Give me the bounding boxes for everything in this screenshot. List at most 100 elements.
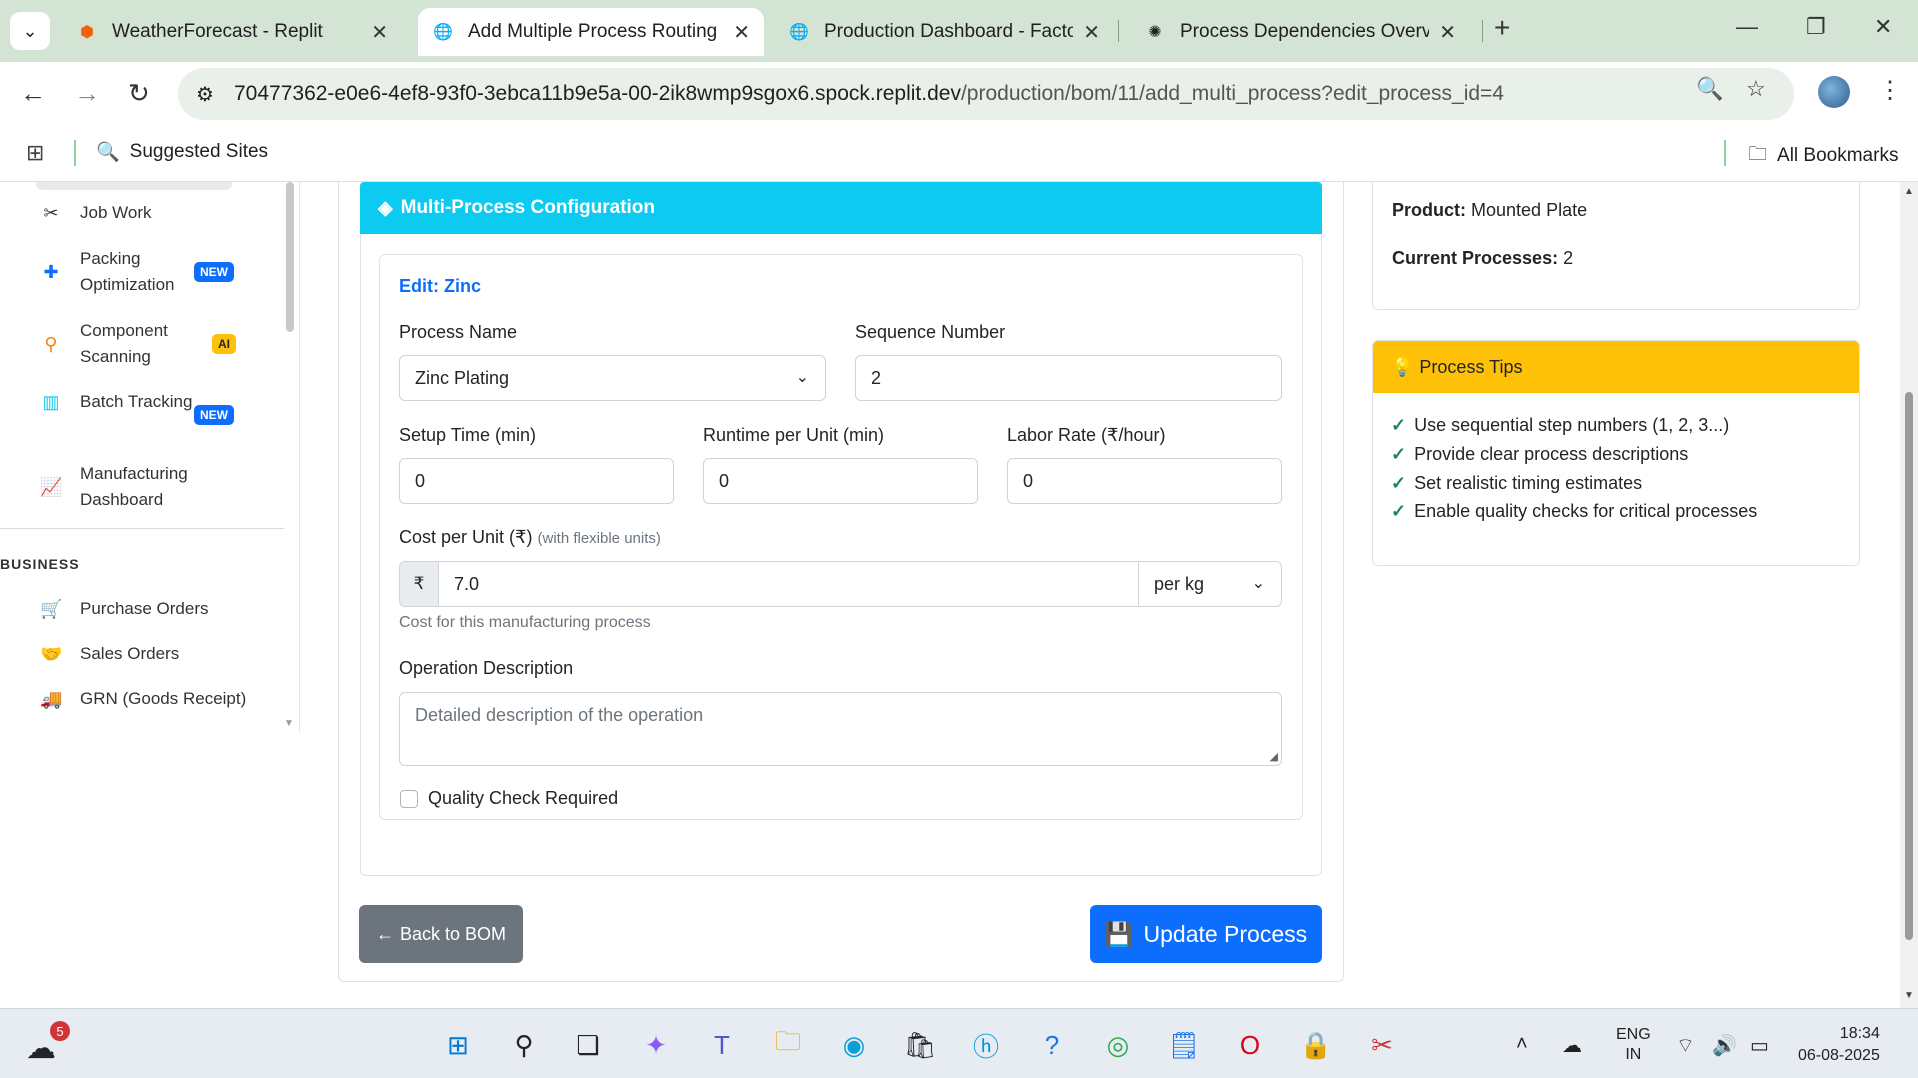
page-scrollbar[interactable]: ▲ ▼ [1900, 182, 1918, 1008]
language-code: ENG [1616, 1026, 1651, 1043]
browser-tab-production-dashboard[interactable]: 🌐 Production Dashboard - Factory ✕ [774, 8, 1114, 56]
barcode-icon: ▥ [42, 391, 60, 412]
notepad-icon[interactable]: 🗒 [1166, 1027, 1202, 1063]
restore-icon[interactable]: ❐ [1806, 14, 1826, 40]
store-icon[interactable]: 🛍 [902, 1027, 938, 1063]
bookmark-divider [1724, 140, 1726, 166]
url-host: 70477362-e0e6-4ef8-93f0-3ebca11b9e5a-00-… [234, 82, 961, 105]
onedrive-icon[interactable]: ☁ [1562, 1033, 1582, 1058]
help-icon[interactable]: ? [1034, 1027, 1070, 1063]
bookmark-suggested-sites[interactable]: 🔍 Suggested Sites [96, 140, 268, 164]
sidebar-item-batch-tracking[interactable]: ▥ Batch Tracking [40, 389, 200, 415]
url-input[interactable]: ⚙ 70477362-e0e6-4ef8-93f0-3ebca11b9e5a-0… [178, 68, 1794, 120]
edge-icon[interactable]: ◉ [836, 1027, 872, 1063]
windows-start-icon[interactable]: ⊞ [440, 1027, 476, 1063]
resize-grip-icon[interactable]: ◢ [1270, 750, 1278, 763]
sidebar: ✂ Job Work ✚ Packing Optimization NEW ⚲ … [0, 182, 300, 732]
volume-icon[interactable]: 🔊 [1712, 1033, 1737, 1058]
quality-check-label[interactable]: Quality Check Required [428, 788, 618, 809]
browser-tab-weather[interactable]: ⬢ WeatherForecast - Replit ✕ [62, 8, 402, 56]
cost-unit-select[interactable]: per kg ⌄ [1138, 561, 1282, 607]
cost-per-unit-input[interactable]: 7.0 [438, 561, 1139, 607]
copilot-icon[interactable]: ✦ [638, 1027, 674, 1063]
operation-description-textarea[interactable]: Detailed description of the operation ◢ [399, 692, 1282, 766]
labor-rate-label: Labor Rate (₹/hour) [1007, 425, 1166, 445]
apps-grid-icon[interactable]: ⊞ [26, 140, 44, 166]
check-icon: ✓ [1391, 501, 1407, 521]
browser-tab-process-routing[interactable]: 🌐 Add Multiple Process Routing - ✕ [418, 8, 764, 56]
tab-search-button[interactable]: ⌄ [10, 12, 50, 50]
star-icon[interactable]: ☆ [1746, 76, 1766, 102]
sidebar-item-manufacturing-dashboard[interactable]: 📈 Manufacturing Dashboard [40, 461, 210, 513]
chevron-up-icon[interactable]: ˄ [1516, 1033, 1528, 1056]
check-icon: ✓ [1391, 415, 1407, 435]
cost-label-hint: (with flexible units) [537, 530, 661, 547]
close-tab-icon[interactable]: ✕ [1439, 20, 1456, 45]
chrome-icon[interactable]: ◎ [1100, 1027, 1136, 1063]
replit-icon: ⬢ [80, 24, 94, 41]
cost-help-text: Cost for this manufacturing process [399, 614, 651, 631]
snipping-tool-icon[interactable]: ✂ [1364, 1027, 1400, 1063]
scroll-down-arrow-icon[interactable]: ▼ [284, 718, 294, 729]
back-button-label: Back to BOM [399, 923, 507, 944]
description-placeholder: Detailed description of the operation [415, 705, 704, 725]
forward-arrow-icon[interactable]: → [74, 78, 100, 109]
form-card-title: Multi-Process Configuration [400, 197, 656, 218]
scroll-up-arrow-icon[interactable]: ▲ [1904, 186, 1914, 197]
setup-time-input[interactable]: 0 [399, 458, 674, 504]
sequence-number-input[interactable]: 2 [855, 355, 1282, 401]
sidebar-item-sales-orders[interactable]: 🤝 Sales Orders [40, 641, 260, 667]
sidebar-item-grn[interactable]: 🚚 GRN (Goods Receipt) [40, 686, 280, 712]
task-view-icon[interactable]: ❏ [570, 1027, 606, 1063]
close-tab-icon[interactable]: ✕ [733, 20, 750, 45]
quality-check-checkbox[interactable] [400, 790, 418, 808]
setup-time-label: Setup Time (min) [399, 425, 537, 445]
process-name-label: Process Name [399, 322, 518, 342]
hp-security-icon[interactable]: 🔒 [1298, 1027, 1334, 1063]
labor-rate-input[interactable]: 0 [1007, 458, 1282, 504]
browser-tab-process-dependencies[interactable]: ✺ Process Dependencies Overview ✕ [1130, 8, 1470, 56]
chevron-down-icon: ⌄ [795, 369, 809, 386]
minimize-icon[interactable]: — [1736, 14, 1758, 40]
file-explorer-icon[interactable]: 🗀 [770, 1026, 806, 1063]
clock-date: 06-08-2025 [1798, 1047, 1880, 1064]
close-tab-icon[interactable]: ✕ [371, 20, 388, 45]
sidebar-item-job-work[interactable]: ✂ Job Work [40, 200, 200, 226]
back-arrow-icon[interactable]: ← [20, 78, 46, 109]
current-processes-value: 2 [1563, 248, 1574, 268]
runtime-input[interactable]: 0 [703, 458, 978, 504]
clock[interactable]: 18:34 06-08-2025 [1798, 1023, 1880, 1067]
opera-icon[interactable]: O [1232, 1027, 1268, 1063]
scroll-down-arrow-icon[interactable]: ▼ [1904, 990, 1914, 1001]
url-path: /production/bom/11/add_multi_process?edi… [960, 82, 1504, 105]
more-menu-icon[interactable]: ⋮ [1878, 76, 1902, 105]
cost-value: 7.0 [454, 573, 480, 594]
battery-icon[interactable]: ▭ [1750, 1033, 1769, 1058]
sidebar-item-label: Batch Tracking [80, 392, 193, 411]
search-icon[interactable]: ⚲ [506, 1027, 542, 1063]
back-to-bom-button[interactable]: ← Back to BOM [359, 905, 523, 963]
new-tab-button[interactable]: + [1494, 12, 1510, 44]
language-indicator[interactable]: ENG IN [1616, 1025, 1651, 1065]
sidebar-item-component-scanning[interactable]: ⚲ Component Scanning [40, 318, 200, 370]
sidebar-item-packing-optimization[interactable]: ✚ Packing Optimization [40, 246, 200, 298]
close-tab-icon[interactable]: ✕ [1083, 20, 1100, 45]
sidebar-item-purchase-orders[interactable]: 🛒 Purchase Orders [40, 596, 260, 622]
page-scrollbar-thumb[interactable] [1905, 392, 1913, 940]
hp-icon[interactable]: ⓗ [968, 1027, 1004, 1063]
page-content: ✂ Job Work ✚ Packing Optimization NEW ⚲ … [0, 182, 1918, 1008]
tip-text: Use sequential step numbers (1, 2, 3...) [1414, 415, 1730, 435]
teams-icon[interactable]: T [704, 1027, 740, 1063]
tip-text: Provide clear process descriptions [1414, 444, 1689, 464]
process-name-select[interactable]: Zinc Plating ⌄ [399, 355, 826, 401]
zoom-icon[interactable]: 🔍 [1696, 76, 1723, 102]
update-process-button[interactable]: 💾 Update Process [1090, 905, 1322, 963]
sidebar-scrollbar[interactable] [286, 182, 294, 332]
process-tips-header: 💡 Process Tips [1373, 341, 1859, 393]
site-settings-icon[interactable]: ⚙ [196, 82, 214, 107]
avatar[interactable] [1818, 76, 1850, 108]
reload-icon[interactable]: ↻ [128, 78, 150, 109]
close-window-icon[interactable]: ✕ [1874, 14, 1892, 40]
wifi-icon[interactable]: ⌔ [1676, 1033, 1695, 1058]
all-bookmarks-button[interactable]: 🗀 All Bookmarks [1748, 140, 1898, 172]
